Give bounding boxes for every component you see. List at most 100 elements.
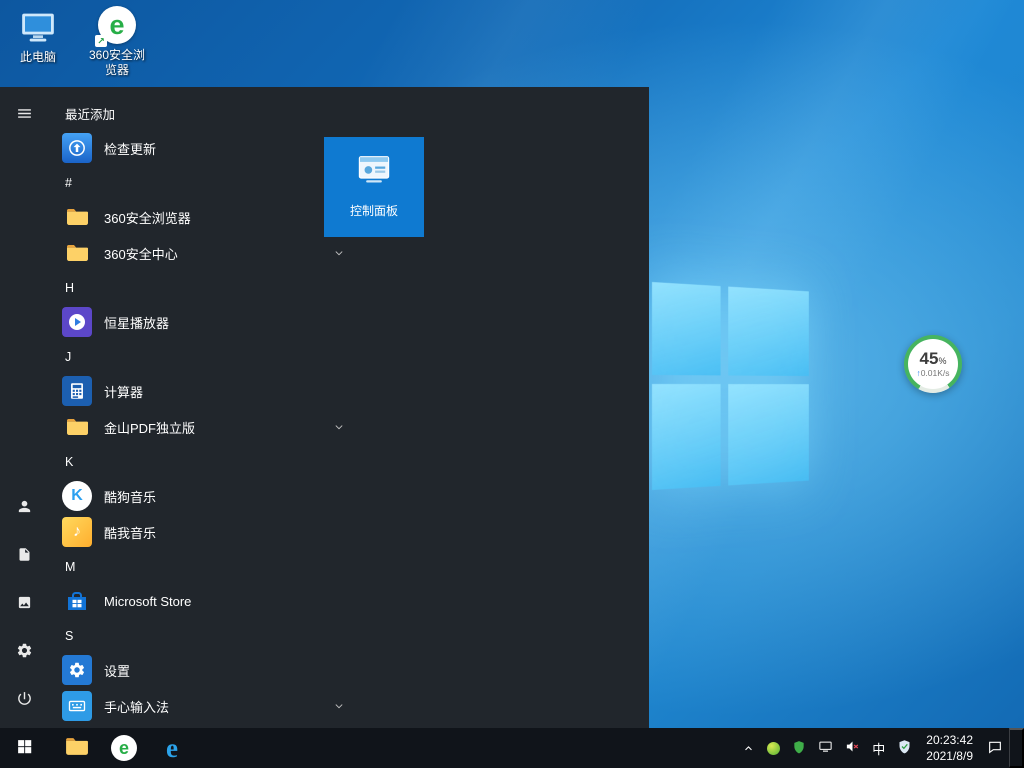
- 360-browser-taskbar-button[interactable]: e: [100, 728, 148, 768]
- app-item-shouxin-ime[interactable]: 手心输入法: [48, 688, 360, 724]
- chevron-down-icon[interactable]: [332, 699, 346, 713]
- app-item-microsoft-store[interactable]: Microsoft Store: [48, 583, 360, 619]
- app-item-label: 360安全中心: [104, 244, 178, 263]
- player-icon: [62, 307, 92, 337]
- app-section-header-h[interactable]: H: [48, 271, 360, 304]
- app-item-kugou-music[interactable]: K 酷狗音乐: [48, 478, 360, 514]
- folder-icon: [62, 412, 92, 442]
- app-item-calculator[interactable]: 计算器: [48, 373, 360, 409]
- desktop-icon-label: 360安全浏览器: [84, 48, 150, 78]
- show-desktop-button[interactable]: [1009, 728, 1024, 768]
- power-icon: [16, 690, 33, 710]
- expand-menu-button[interactable]: [0, 91, 48, 139]
- tile-control-panel[interactable]: 控制面板: [324, 137, 424, 237]
- app-item-label: 设置: [104, 661, 130, 680]
- windows-logo-pane: [728, 384, 809, 486]
- app-item-label: 手心输入法: [104, 697, 169, 716]
- 360-browser-icon: e: [111, 735, 137, 761]
- keyboard-icon: [62, 691, 92, 721]
- defender-shield-icon: [897, 739, 912, 757]
- action-center-button[interactable]: [981, 728, 1009, 768]
- speed-ball-widget[interactable]: 45% ↑0.01K/s: [904, 335, 962, 393]
- document-icon: [17, 547, 32, 565]
- tray-ime-button[interactable]: 中: [866, 728, 891, 768]
- taskbar: e e 中 20:23:42 2021/8/9: [0, 728, 1024, 768]
- 360-browser-icon: e ↗: [97, 5, 137, 45]
- edge-taskbar-button[interactable]: e: [148, 728, 196, 768]
- folder-icon: [62, 202, 92, 232]
- chevron-down-icon[interactable]: [332, 246, 346, 260]
- update-icon: [62, 133, 92, 163]
- folder-icon: [64, 734, 89, 762]
- net-speed: ↑0.01K/s: [916, 369, 949, 378]
- app-section-header-s[interactable]: S: [48, 619, 360, 652]
- app-section-header-k[interactable]: K: [48, 445, 360, 478]
- desktop-icon-360-browser[interactable]: e ↗ 360安全浏览器: [84, 5, 150, 78]
- start-menu: 最近添加 检查更新 # 360安全浏览器 360安全中心 H 恒星播放器: [0, 87, 649, 728]
- clock-date: 2021/8/9: [926, 748, 973, 764]
- kuwo-icon: ♪: [62, 517, 92, 547]
- green-shield-icon: [792, 740, 806, 757]
- app-item-label: 酷我音乐: [104, 523, 156, 542]
- file-explorer-button[interactable]: [52, 728, 100, 768]
- app-section-header-hash[interactable]: #: [48, 166, 360, 199]
- tray-expand-button[interactable]: [736, 728, 761, 768]
- app-list[interactable]: 最近添加 检查更新 # 360安全浏览器 360安全中心 H 恒星播放器: [48, 87, 360, 728]
- tray-360-shield-button[interactable]: [786, 728, 812, 768]
- windows-logo-pane: [652, 384, 721, 490]
- windows-logo-icon: [16, 738, 33, 758]
- tray-360-ball-button[interactable]: [761, 728, 786, 768]
- app-item-360-security-center[interactable]: 360安全中心: [48, 235, 360, 271]
- app-item-label: 酷狗音乐: [104, 487, 156, 506]
- power-button[interactable]: [0, 676, 48, 724]
- app-item-settings[interactable]: 设置: [48, 652, 360, 688]
- app-item-360-browser-folder[interactable]: 360安全浏览器: [48, 199, 360, 235]
- pictures-button[interactable]: [0, 580, 48, 628]
- comment-bubble-icon: [987, 739, 1003, 758]
- system-tray: 中 20:23:42 2021/8/9: [736, 728, 1024, 768]
- kugou-icon: K: [62, 481, 92, 511]
- calculator-icon: [62, 376, 92, 406]
- windows-logo: [652, 282, 809, 490]
- shortcut-arrow-icon: ↗: [95, 35, 107, 47]
- desktop-icon-this-pc[interactable]: 此电脑: [5, 7, 71, 65]
- taskbar-clock[interactable]: 20:23:42 2021/8/9: [918, 732, 981, 764]
- gear-icon: [16, 642, 33, 662]
- documents-button[interactable]: [0, 532, 48, 580]
- rail-bottom-group: [0, 484, 48, 724]
- tile-label: 控制面板: [350, 202, 398, 219]
- pictures-icon: [17, 595, 32, 613]
- chevron-down-icon[interactable]: [332, 420, 346, 434]
- speed-ball-face: 45% ↑0.01K/s: [908, 339, 958, 389]
- tray-volume-button[interactable]: [839, 728, 866, 768]
- app-section-header-j[interactable]: J: [48, 340, 360, 373]
- desktop-icon-label: 此电脑: [20, 50, 56, 65]
- user-icon: [16, 498, 33, 518]
- hamburger-icon: [16, 105, 33, 125]
- start-menu-rail: [0, 87, 48, 728]
- tray-network-button[interactable]: [812, 728, 839, 768]
- this-pc-icon: [18, 7, 58, 47]
- app-item-label: 金山PDF独立版: [104, 418, 195, 437]
- app-section-header-recent[interactable]: 最近添加: [48, 97, 360, 130]
- app-item-kuwo-music[interactable]: ♪ 酷我音乐: [48, 514, 360, 550]
- tray-defender-button[interactable]: [891, 728, 918, 768]
- tile-area: 控制面板: [324, 137, 424, 237]
- app-item-hengxing-player[interactable]: 恒星播放器: [48, 304, 360, 340]
- settings-button[interactable]: [0, 628, 48, 676]
- app-section-header-m[interactable]: M: [48, 550, 360, 583]
- app-item-label: Microsoft Store: [104, 594, 191, 609]
- user-account-button[interactable]: [0, 484, 48, 532]
- desktop-screen: 此电脑 e ↗ 360安全浏览器 45% ↑0.01K/s 最近添加: [0, 0, 1024, 768]
- app-item-check-updates[interactable]: 检查更新: [48, 130, 360, 166]
- app-item-label: 360安全浏览器: [104, 208, 191, 227]
- app-item-label: 计算器: [104, 382, 143, 401]
- memory-percent: 45%: [920, 350, 947, 367]
- network-display-icon: [818, 739, 833, 757]
- app-item-label: 检查更新: [104, 139, 156, 158]
- folder-icon: [62, 238, 92, 268]
- chevron-up-icon: [742, 742, 755, 755]
- start-button[interactable]: [0, 728, 48, 768]
- ime-indicator: 中: [872, 739, 885, 758]
- app-item-kingsoft-pdf[interactable]: 金山PDF独立版: [48, 409, 360, 445]
